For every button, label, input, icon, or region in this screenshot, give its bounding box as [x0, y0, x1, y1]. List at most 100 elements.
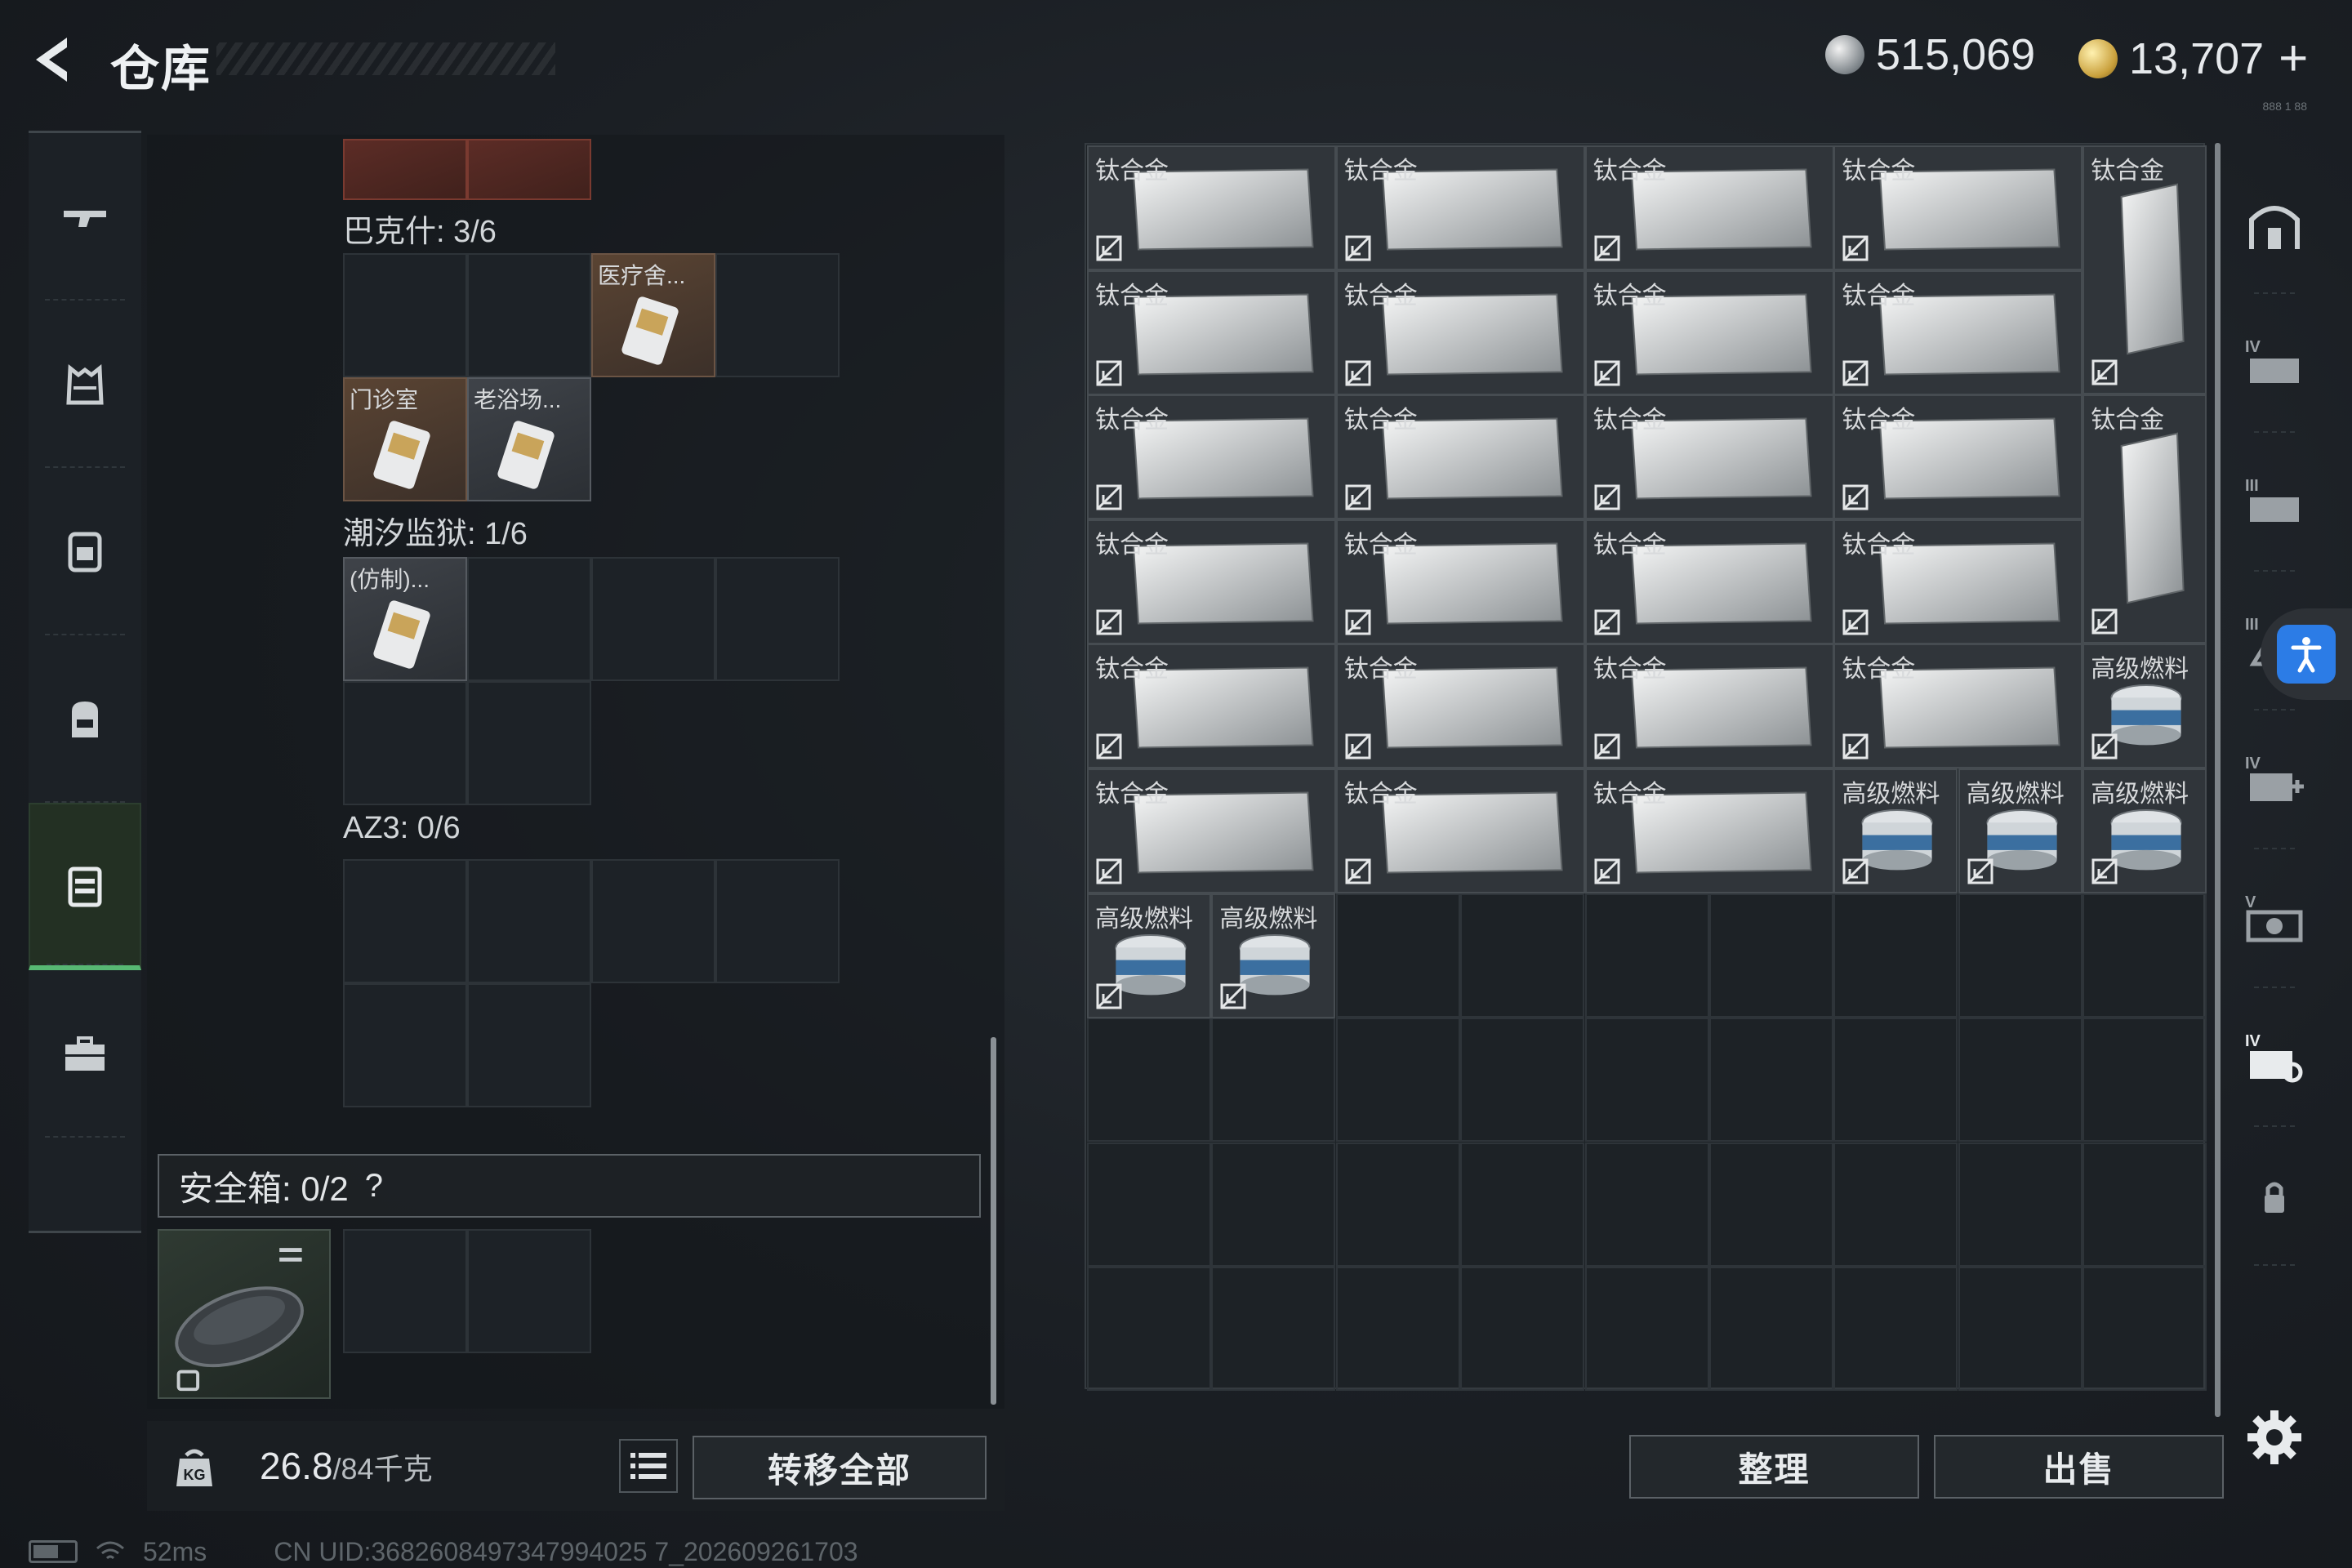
container-cell[interactable] [467, 983, 591, 1107]
stash-cell[interactable] [1460, 893, 1585, 1018]
stash-cell[interactable] [1335, 1267, 1460, 1392]
titanium-alloy-item[interactable]: 钛合金 [1335, 394, 1585, 520]
titanium-alloy-item[interactable]: 钛合金 [1584, 519, 1834, 644]
nav-firearms[interactable] [29, 133, 141, 301]
stash-cell[interactable] [1460, 1142, 1585, 1267]
list-view-button[interactable] [619, 1439, 678, 1493]
nav-case[interactable] [29, 970, 141, 1138]
stash-scrollbar[interactable] [2215, 143, 2221, 1417]
fuel-item[interactable]: 高级燃料 [2082, 644, 2207, 769]
titanium-alloy-item[interactable]: 钛合金 [1584, 145, 1834, 270]
stash-cell[interactable] [1958, 1142, 2082, 1267]
stash-cell[interactable] [1709, 1142, 1833, 1267]
fuel-item[interactable]: 高级燃料 [2082, 768, 2207, 893]
titanium-alloy-item[interactable]: 钛合金 [2082, 145, 2207, 394]
titanium-alloy-item[interactable]: 钛合金 [1584, 644, 1834, 769]
keycard-item[interactable]: 医疗舍... [591, 253, 715, 377]
stash-cell[interactable] [1460, 1018, 1585, 1143]
container-cell[interactable] [467, 859, 591, 983]
keycard-item[interactable]: 门诊室 [343, 377, 467, 501]
stash-cell[interactable] [1709, 1018, 1833, 1143]
titanium-alloy-item[interactable]: 钛合金 [1584, 768, 1834, 893]
stash-cell[interactable] [1460, 1267, 1585, 1392]
titanium-alloy-item[interactable]: 钛合金 [1335, 644, 1585, 769]
stash-cell[interactable] [1833, 893, 1958, 1018]
stash-cell[interactable] [1087, 1142, 1211, 1267]
stash-cell[interactable] [1709, 893, 1833, 1018]
container-cell[interactable] [591, 557, 715, 681]
rail-tier-4-key[interactable]: IV [2230, 988, 2319, 1127]
titanium-alloy-item[interactable]: 钛合金 [1584, 270, 1834, 395]
keycard-item[interactable]: (仿制)... [343, 557, 467, 681]
titanium-alloy-item[interactable]: 钛合金 [2082, 394, 2207, 644]
stash-cell[interactable] [1335, 893, 1460, 1018]
container-cell[interactable] [343, 859, 467, 983]
safebox-cell[interactable] [467, 1229, 591, 1353]
stash-cell[interactable] [1211, 1018, 1336, 1143]
stash-cell[interactable] [1958, 1018, 2082, 1143]
stash-cell[interactable] [1584, 1142, 1709, 1267]
transfer-all-button[interactable]: 转移全部 [693, 1436, 987, 1499]
accessibility-button[interactable] [2261, 608, 2352, 700]
container-cell[interactable] [467, 681, 591, 805]
back-arrow-icon[interactable] [24, 31, 82, 88]
stash-cell[interactable] [2082, 1267, 2207, 1392]
add-currency-button[interactable]: + [2278, 29, 2308, 87]
fuel-item[interactable]: 高级燃料 [1833, 768, 1958, 893]
titanium-alloy-item[interactable]: 钛合金 [1335, 519, 1585, 644]
titanium-alloy-item[interactable]: 钛合金 [1833, 270, 2083, 395]
fuel-item[interactable]: 高级燃料 [1958, 768, 2082, 893]
container-cell[interactable] [715, 557, 840, 681]
stash-cell[interactable] [2082, 1018, 2207, 1143]
rail-locked[interactable] [2230, 1127, 2319, 1266]
titanium-alloy-item[interactable]: 钛合金 [1087, 768, 1336, 893]
titanium-alloy-item[interactable]: 钛合金 [1087, 270, 1336, 395]
nav-backpack[interactable] [29, 635, 141, 803]
stash-cell[interactable] [1584, 1018, 1709, 1143]
rail-tier-4-vest[interactable]: IV [2230, 294, 2319, 433]
stash-cell[interactable] [1211, 1267, 1336, 1392]
titanium-alloy-item[interactable]: 钛合金 [1833, 644, 2083, 769]
help-button[interactable]: ? [365, 1168, 383, 1205]
container-cell[interactable] [715, 253, 840, 377]
stash-cell[interactable] [1584, 1267, 1709, 1392]
safebox-item[interactable] [158, 1229, 331, 1399]
stash-cell[interactable] [1833, 1267, 1958, 1392]
container-cell[interactable] [343, 253, 467, 377]
nav-armor[interactable] [29, 301, 141, 468]
keycard-item[interactable]: 老浴场... [467, 377, 591, 501]
container-cell[interactable] [467, 139, 591, 200]
stash-cell[interactable] [1335, 1142, 1460, 1267]
container-cell[interactable] [467, 253, 591, 377]
stash-cell[interactable] [1709, 1267, 1833, 1392]
container-scrollbar[interactable] [991, 1037, 996, 1405]
titanium-alloy-item[interactable]: 钛合金 [1833, 145, 2083, 270]
titanium-alloy-item[interactable]: 钛合金 [1833, 394, 2083, 520]
fuel-item[interactable]: 高级燃料 [1211, 893, 1336, 1018]
container-cell[interactable] [343, 681, 467, 805]
rail-tier-3-vest[interactable]: III [2230, 433, 2319, 572]
safebox-cell[interactable] [343, 1229, 467, 1353]
titanium-alloy-item[interactable]: 钛合金 [1087, 519, 1336, 644]
sort-button[interactable]: 整理 [1629, 1435, 1919, 1499]
titanium-alloy-item[interactable]: 钛合金 [1087, 394, 1336, 520]
titanium-alloy-item[interactable]: 钛合金 [1335, 270, 1585, 395]
stash-cell[interactable] [2082, 893, 2207, 1018]
sell-button[interactable]: 出售 [1934, 1435, 2224, 1499]
titanium-alloy-item[interactable]: 钛合金 [1335, 145, 1585, 270]
stash-cell[interactable] [1958, 1267, 2082, 1392]
fuel-item[interactable]: 高级燃料 [1087, 893, 1211, 1018]
container-cell[interactable] [467, 557, 591, 681]
titanium-alloy-item[interactable]: 钛合金 [1087, 145, 1336, 270]
titanium-alloy-item[interactable]: 钛合金 [1335, 768, 1585, 893]
container-cell[interactable] [343, 983, 467, 1107]
stash-cell[interactable] [1211, 1142, 1336, 1267]
rail-tier-5-gear[interactable]: V [2230, 849, 2319, 988]
stash-cell[interactable] [1833, 1142, 1958, 1267]
container-cell[interactable] [591, 859, 715, 983]
stash-cell[interactable] [1087, 1018, 1211, 1143]
nav-container[interactable] [29, 803, 141, 970]
nav-chest-rig[interactable] [29, 468, 141, 635]
stash-cell[interactable] [1335, 1018, 1460, 1143]
container-cell[interactable] [343, 139, 467, 200]
